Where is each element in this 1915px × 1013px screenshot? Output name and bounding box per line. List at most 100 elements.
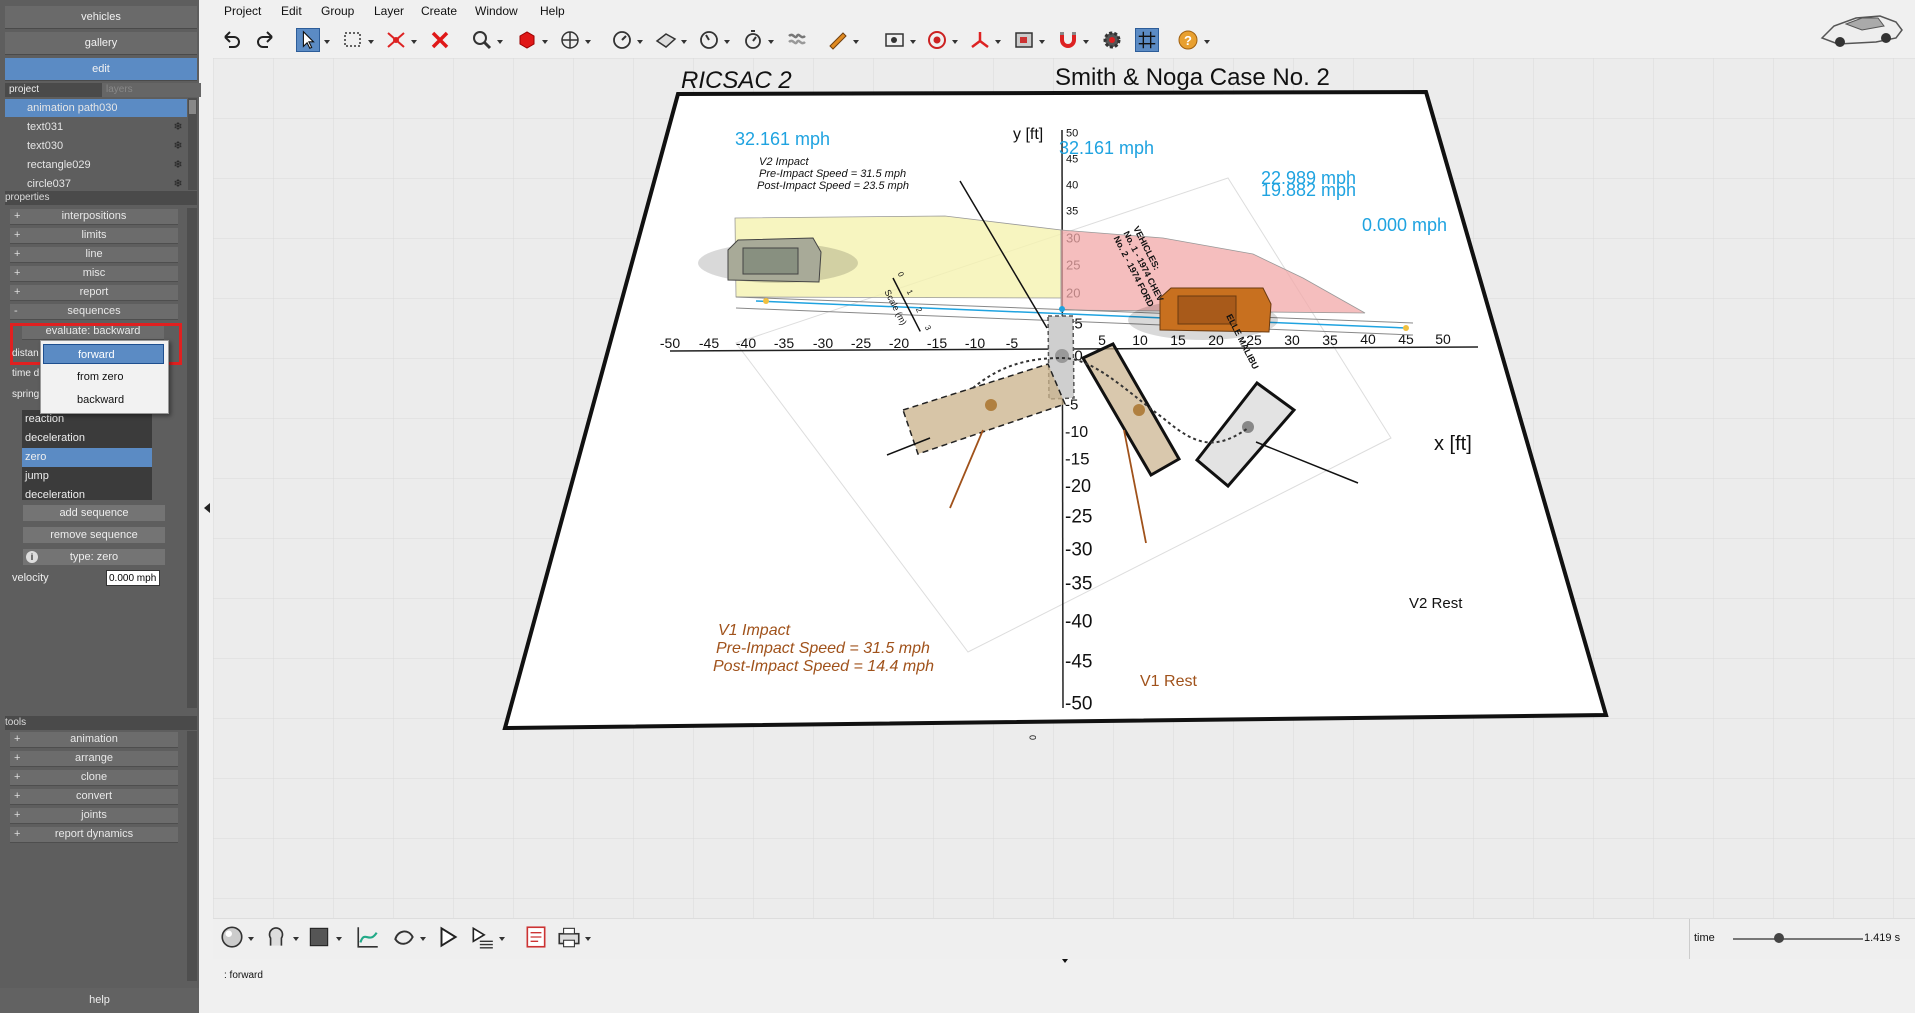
gauge-arrow[interactable] [637,40,643,44]
project-item[interactable]: text031 ❄ [5,118,187,136]
project-item[interactable]: text030 ❄ [5,137,187,155]
help-icon[interactable]: ? [1176,28,1200,52]
image-arrow[interactable] [1039,40,1045,44]
menu-project[interactable]: Project [224,4,261,18]
gauge-icon[interactable] [610,28,634,52]
axes-arrow[interactable] [995,40,1001,44]
pan-arrow[interactable] [585,40,591,44]
expand-toggle-icon[interactable]: + [14,228,20,243]
report-icon[interactable] [523,924,549,950]
property-group-misc[interactable]: + misc [10,266,178,282]
expand-toggle-icon[interactable]: + [14,808,20,823]
help-arrow[interactable] [1204,40,1210,44]
target-arrow[interactable] [952,40,958,44]
visibility-toggle-icon[interactable]: ❄ [171,158,185,172]
visibility-toggle-icon[interactable]: ❄ [171,177,185,191]
path-tool-icon[interactable] [391,924,417,950]
edit-button[interactable]: edit [5,58,197,81]
tool-group-convert[interactable]: + convert [10,789,178,805]
magnet-icon[interactable] [1056,28,1080,52]
select-dropdown-arrow[interactable] [324,40,330,44]
time-slider-handle[interactable] [1773,933,1784,943]
cube-arrow[interactable] [542,40,548,44]
properties-scrollbar[interactable] [187,208,197,708]
sequence-icon[interactable] [469,924,495,950]
sequence-list[interactable]: reaction deceleration zero jump deceleration [22,410,152,501]
camera-arrow[interactable] [910,40,916,44]
sequence-item[interactable]: deceleration [22,429,152,448]
dropdown-option-from-zero[interactable]: from zero [43,367,164,387]
tool-group-joints[interactable]: + joints [10,808,178,824]
tab-layers[interactable]: layers [102,83,201,97]
measure-arrow[interactable] [724,40,730,44]
zoom-arrow[interactable] [497,40,503,44]
path-start-point[interactable] [763,298,769,304]
type-field[interactable]: i type: zero [23,549,165,565]
visibility-toggle-icon[interactable]: ❄ [171,139,185,153]
pencil-icon[interactable] [826,28,850,52]
property-group-line[interactable]: + line [10,247,178,263]
tool-group-arrange[interactable]: + arrange [10,751,178,767]
path-end-point[interactable] [1403,325,1409,331]
property-group-interpositions[interactable]: + interpositions [10,209,178,225]
dropdown-option-backward[interactable]: backward [43,390,164,410]
surface-icon[interactable] [654,28,678,52]
expand-toggle-icon[interactable]: + [14,247,20,262]
redo-icon[interactable] [254,28,278,52]
sequence-item[interactable]: jump [22,467,152,486]
remove-sequence-button[interactable]: remove sequence [23,527,165,543]
material-icon[interactable] [306,924,332,950]
menu-edit[interactable]: Edit [281,4,302,18]
sequence-item[interactable]: zero [22,448,152,467]
print-arrow[interactable] [585,937,591,941]
time-slider[interactable] [1733,933,1863,943]
delete-icon[interactable] [428,28,452,52]
expand-toggle-icon[interactable]: + [14,732,20,747]
expand-toggle-icon[interactable]: + [14,770,20,785]
pan-icon[interactable] [558,28,582,52]
select-icon[interactable] [296,28,320,52]
menu-layer[interactable]: Layer [374,4,404,18]
menu-window[interactable]: Window [475,4,518,18]
menu-create[interactable]: Create [421,4,457,18]
surface-arrow[interactable] [681,40,687,44]
vehicles-button[interactable]: vehicles [5,6,197,29]
gallery-button[interactable]: gallery [5,32,197,55]
menu-help[interactable]: Help [540,4,565,18]
sequence-arrow[interactable] [499,937,505,941]
curve-tool-icon[interactable] [355,924,381,950]
path-mid-point[interactable] [1059,306,1065,312]
visibility-toggle-icon[interactable]: ❄ [171,120,185,134]
tab-project[interactable]: project [5,83,104,97]
expand-toggle-icon[interactable]: + [14,266,20,281]
expand-toggle-icon[interactable]: + [14,285,20,300]
collapse-panel-icon[interactable] [204,503,210,513]
expand-toggle-icon[interactable]: + [14,789,20,804]
stopwatch-arrow[interactable] [768,40,774,44]
expand-toggle-icon[interactable]: + [14,751,20,766]
project-item[interactable]: animation path030 [5,99,187,117]
tool-group-clone[interactable]: + clone [10,770,178,786]
add-sequence-button[interactable]: add sequence [23,505,165,521]
path-arrow[interactable] [420,937,426,941]
pencil-arrow[interactable] [853,40,859,44]
scene-canvas[interactable]: -50 -45 -40 -35 -30 -25 -20 -15 -10 -5 5 10 15 20 25 30… [213,58,1915,918]
menu-group[interactable]: Group [321,4,354,18]
tool-group-report-dynamics[interactable]: + report dynamics [10,827,178,843]
project-scrollbar[interactable] [188,98,197,190]
undo-icon[interactable] [219,28,243,52]
property-group-limits[interactable]: + limits [10,228,178,244]
spring-icon[interactable] [785,28,809,52]
delete-vertex-icon[interactable] [384,28,408,52]
velocity-input[interactable] [106,570,160,586]
project-item[interactable]: rectangle029 ❄ [5,156,187,174]
camera-icon[interactable] [883,28,907,52]
material-arrow[interactable] [336,937,342,941]
print-icon[interactable] [556,924,582,950]
settings-icon[interactable] [1100,28,1124,52]
expand-toggle-icon[interactable]: + [14,827,20,842]
stopwatch-icon[interactable] [741,28,765,52]
tool-group-animation[interactable]: + animation [10,732,178,748]
play-icon[interactable] [435,924,461,950]
rectangle-select-icon[interactable] [341,28,365,52]
